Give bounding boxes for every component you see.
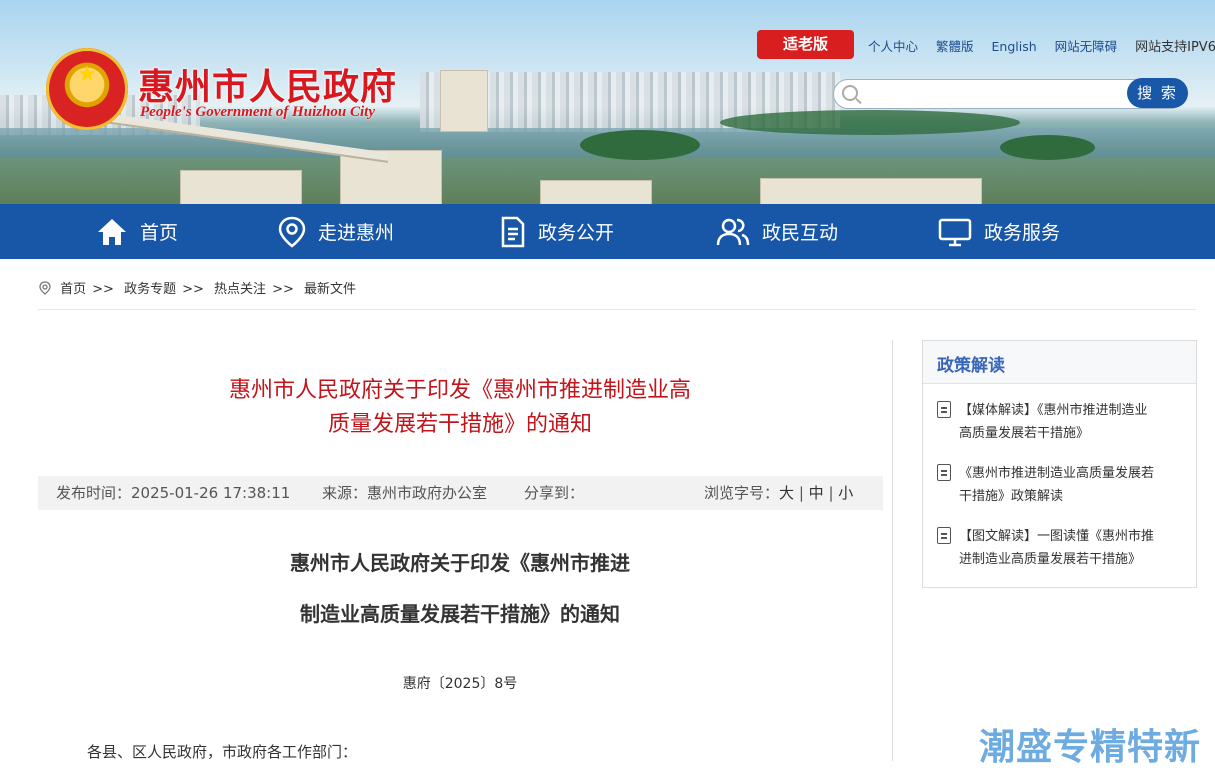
top-link-english[interactable]: English bbox=[992, 39, 1037, 54]
star-icon: ★ bbox=[77, 62, 97, 87]
document-icon bbox=[937, 464, 951, 481]
font-size-label: 浏览字号： bbox=[704, 484, 780, 502]
island bbox=[1000, 135, 1095, 160]
breadcrumb-separator: >> bbox=[92, 282, 114, 297]
divider: | bbox=[798, 484, 804, 502]
nav-item-gov-affairs-open[interactable]: 政务公开 bbox=[500, 204, 614, 259]
document-heading: 惠州市人民政府关于印发《惠州市推进 制造业高质量发展若干措施》的通知 bbox=[200, 538, 720, 640]
monitor-icon bbox=[938, 218, 972, 246]
panel-title: 政策解读 bbox=[937, 356, 1005, 376]
font-size-control: 浏览字号：大 | 中 | 小 bbox=[704, 476, 853, 510]
article-title-line: 惠州市人民政府关于印发《惠州市推进制造业高 bbox=[228, 378, 691, 403]
home-icon bbox=[98, 218, 126, 245]
top-link-accessibility[interactable]: 网站无障碍 bbox=[1055, 39, 1118, 54]
top-link-traditional[interactable]: 繁體版 bbox=[936, 39, 974, 54]
elder-mode-button[interactable]: 适老版 bbox=[757, 30, 854, 59]
sidebar-item[interactable]: 【媒体解读】《惠州市推进制造业 高质量发展若干措施》 bbox=[937, 399, 1187, 445]
document-heading-line: 惠州市人民政府关于印发《惠州市推进 bbox=[290, 551, 630, 575]
policy-interpretation-panel: 政策解读 【媒体解读】《惠州市推进制造业 高质量发展若干措施》 《惠州市推进制造… bbox=[922, 340, 1197, 588]
search-button[interactable]: 搜 索 bbox=[1127, 78, 1188, 108]
share-label: 分享到： bbox=[524, 484, 585, 502]
search-icon bbox=[842, 85, 858, 101]
document-icon bbox=[937, 527, 951, 544]
nav-item-home[interactable]: 首页 bbox=[96, 204, 178, 259]
font-size-large[interactable]: 大 bbox=[779, 484, 794, 502]
source: 来源：惠州市政府办公室 bbox=[322, 484, 488, 502]
tower-building bbox=[440, 70, 488, 132]
font-size-medium[interactable]: 中 bbox=[809, 484, 824, 502]
island bbox=[720, 110, 1020, 135]
nav-item-label: 政务服务 bbox=[984, 222, 1061, 244]
divider: | bbox=[828, 484, 834, 502]
location-pin-icon bbox=[278, 216, 306, 248]
search-input[interactable] bbox=[864, 83, 1128, 105]
column-divider bbox=[892, 340, 893, 761]
panel-header: 政策解读 bbox=[923, 341, 1196, 384]
top-link-personal-center[interactable]: 个人中心 bbox=[868, 39, 918, 54]
publish-time: 发布时间：2025-01-26 17:38:11 bbox=[56, 484, 291, 502]
site-title: 惠州市人民政府 bbox=[138, 66, 398, 108]
sidebar-item[interactable]: 【图文解读】一图读懂《惠州市推 进制造业高质量发展若干措施》 bbox=[937, 525, 1187, 571]
nav-item-interaction[interactable]: 政民互动 bbox=[716, 204, 838, 259]
sidebar-item-line: 高质量发展若干措施》 bbox=[959, 426, 1090, 441]
nav-item-label: 政务公开 bbox=[538, 222, 615, 244]
breadcrumb-separator: >> bbox=[182, 282, 204, 297]
breadcrumb-home[interactable]: 首页 bbox=[60, 282, 86, 297]
salutation: 各县、区人民政府，市政府各工作部门： bbox=[87, 743, 358, 761]
building bbox=[540, 180, 652, 204]
site-subtitle: People's Government of Huizhou City bbox=[140, 104, 376, 120]
sidebar-item-line: 【图文解读】一图读懂《惠州市推 bbox=[959, 529, 1155, 544]
top-links: 个人中心 繁體版 English 网站无障碍 网站支持IPV6 bbox=[868, 36, 1215, 55]
document-number: 惠府〔2025〕8号 bbox=[402, 676, 518, 692]
sidebar-item-line: 进制造业高质量发展若干措施》 bbox=[959, 552, 1142, 567]
sidebar-item-line: 【媒体解读】《惠州市推进制造业 bbox=[959, 403, 1148, 418]
font-size-small[interactable]: 小 bbox=[838, 484, 853, 502]
sidebar-item-line: 干措施》政策解读 bbox=[959, 489, 1064, 504]
nav-item-label: 政民互动 bbox=[762, 222, 839, 244]
article-meta-bar: 发布时间：2025-01-26 17:38:11 来源：惠州市政府办公室 分享到… bbox=[38, 476, 883, 510]
nav-item-gov-services[interactable]: 政务服务 bbox=[938, 204, 1060, 259]
document-heading-line: 制造业高质量发展若干措施》的通知 bbox=[300, 602, 620, 626]
breadcrumb-topics[interactable]: 政务专题 bbox=[124, 282, 176, 297]
nav-item-label: 首页 bbox=[140, 222, 179, 244]
location-icon bbox=[39, 281, 51, 295]
breadcrumb-hot[interactable]: 热点关注 bbox=[214, 282, 266, 297]
main-nav: 首页 走进惠州 政务公开 政民互动 政务服务 bbox=[0, 204, 1215, 259]
watermark: 潮盛专精特新 bbox=[979, 727, 1202, 768]
breadcrumb-latest[interactable]: 最新文件 bbox=[304, 282, 356, 297]
national-emblem-logo: ★ bbox=[46, 48, 128, 130]
sidebar-item[interactable]: 《惠州市推进制造业高质量发展若 干措施》政策解读 bbox=[937, 462, 1187, 508]
divider bbox=[38, 309, 1196, 310]
nav-item-label: 走进惠州 bbox=[318, 222, 395, 244]
building bbox=[180, 170, 302, 204]
users-icon bbox=[716, 218, 750, 245]
nav-item-about-huizhou[interactable]: 走进惠州 bbox=[278, 204, 394, 259]
ipv6-note: 网站支持IPV6 bbox=[1135, 40, 1215, 55]
sidebar-item-line: 《惠州市推进制造业高质量发展若 bbox=[959, 466, 1155, 481]
document-icon bbox=[937, 401, 951, 418]
building bbox=[760, 178, 982, 204]
article-title-line: 质量发展若干措施》的通知 bbox=[327, 412, 592, 437]
breadcrumb-separator: >> bbox=[272, 282, 294, 297]
article-title: 惠州市人民政府关于印发《惠州市推进制造业高 质量发展若干措施》的通知 bbox=[160, 374, 760, 442]
breadcrumb: 首页 >> 政务专题 >> 热点关注 >> 最新文件 bbox=[38, 278, 356, 297]
document-icon bbox=[501, 216, 525, 247]
island bbox=[580, 130, 700, 160]
